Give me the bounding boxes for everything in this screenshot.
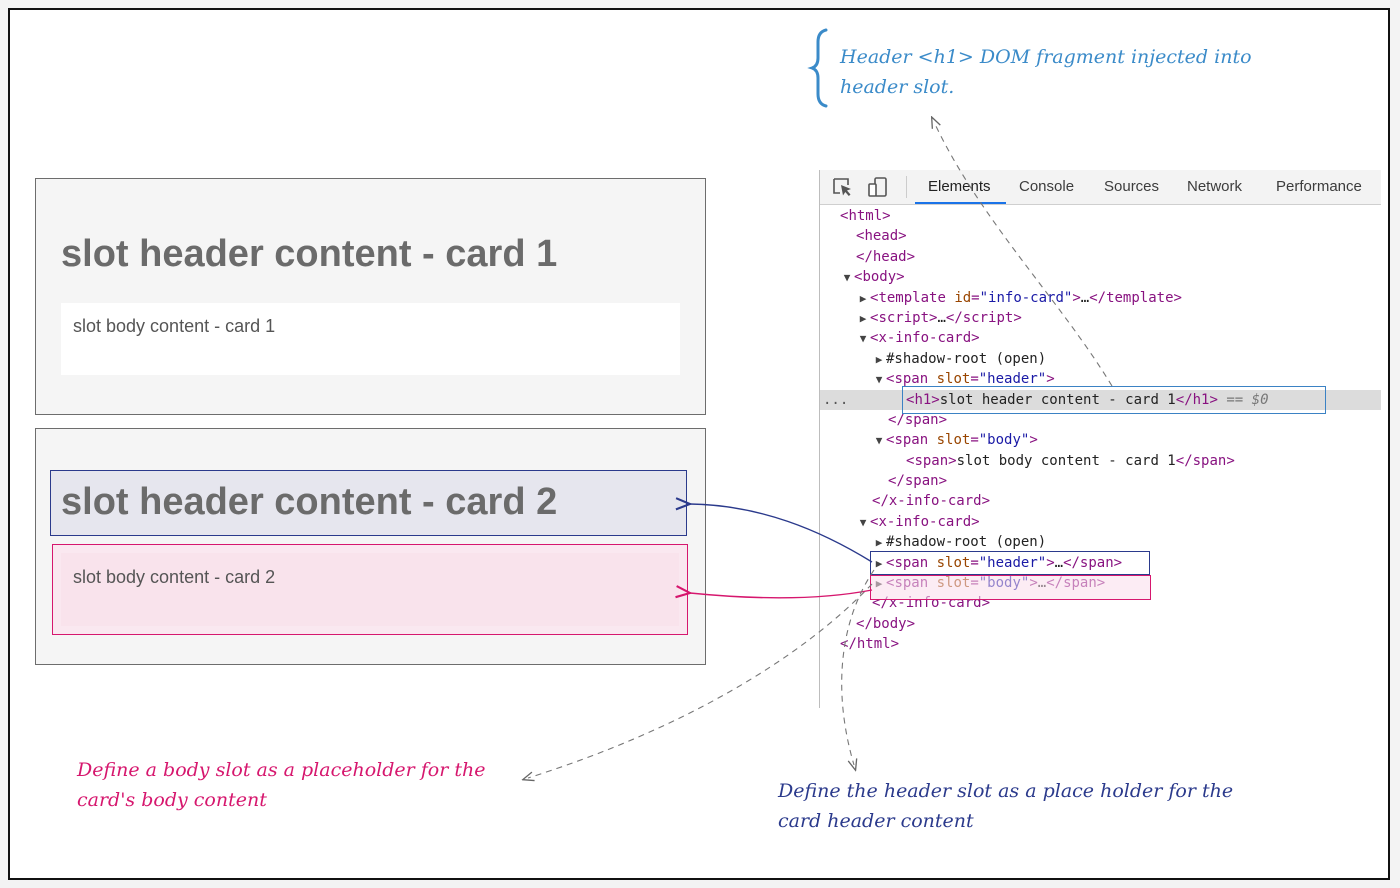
toolbar-separator — [906, 176, 907, 198]
tab-network[interactable]: Network — [1187, 170, 1242, 204]
more-options-icon[interactable]: ... — [823, 390, 848, 410]
tree-line-body-close[interactable]: </body> — [820, 614, 1381, 634]
tab-sources[interactable]: Sources — [1104, 170, 1159, 204]
inspect-element-icon[interactable] — [832, 177, 854, 197]
card-1-header: slot header content - card 1 — [61, 233, 558, 275]
card-2-body-slot: slot body content - card 2 — [52, 544, 688, 635]
tree-line-inner-span[interactable]: <span>slot body content - card 1</span> — [820, 451, 1381, 471]
tree-line-template[interactable]: ▶ <template id="info-card">…</template> — [820, 288, 1381, 308]
tree-line-h1-selected[interactable]: ... <h1>slot header content - card 1</h1>… — [820, 389, 1381, 410]
device-toolbar-icon[interactable] — [867, 177, 889, 197]
collapsed-triangle-icon[interactable]: ▶ — [872, 574, 886, 594]
devtools-toolbar: Elements Console Sources Network Perform… — [820, 170, 1381, 205]
collapsed-triangle-icon[interactable]: ▶ — [856, 289, 870, 309]
annotation-body-slot: Define a body slot as a placeholder for … — [77, 759, 486, 811]
collapsed-triangle-icon[interactable]: ▶ — [872, 554, 886, 574]
tab-performance[interactable]: Performance — [1276, 170, 1362, 204]
tree-line-span-body-2[interactable]: ▶ <span slot="body">…</span> — [820, 573, 1381, 593]
card-2-body: slot body content - card 2 — [61, 553, 679, 626]
collapsed-triangle-icon[interactable]: ▶ — [872, 350, 886, 370]
tab-elements[interactable]: Elements — [915, 170, 1006, 204]
tree-line-span-close-1[interactable]: </span> — [820, 410, 1381, 430]
expanded-triangle-icon[interactable]: ▼ — [872, 431, 886, 451]
annotation-header-slot: Define the header slot as a place holder… — [778, 780, 1234, 832]
tree-line-script[interactable]: ▶ <script>…</script> — [820, 308, 1381, 328]
tree-line-x-info-card-close-1[interactable]: </x-info-card> — [820, 491, 1381, 511]
tree-line-head-close[interactable]: </head> — [820, 247, 1381, 267]
tree-line-x-info-card-1[interactable]: ▼ <x-info-card> — [820, 328, 1381, 348]
collapsed-triangle-icon[interactable]: ▶ — [856, 309, 870, 329]
card-2-header: slot header content - card 2 — [61, 481, 558, 523]
tree-line-html[interactable]: <html> — [820, 206, 1381, 226]
tree-line-shadow-root-1[interactable]: ▶ #shadow-root (open) — [820, 349, 1381, 369]
devtools-panel: Elements Console Sources Network Perform… — [819, 170, 1381, 708]
tree-line-head[interactable]: <head> — [820, 226, 1381, 246]
tree-line-x-info-card-2[interactable]: ▼ <x-info-card> — [820, 512, 1381, 532]
tree-line-span-header-1[interactable]: ▼ <span slot="header"> — [820, 369, 1381, 389]
expanded-triangle-icon[interactable]: ▼ — [840, 268, 854, 288]
annotation-header-injected: Header <h1> DOM fragment injected into h… — [840, 46, 1252, 98]
tab-console[interactable]: Console — [1019, 170, 1074, 204]
dom-tree: <html> <head> </head> ▼ <body> ▶ <template… — [820, 206, 1381, 655]
expanded-triangle-icon[interactable]: ▼ — [872, 370, 886, 390]
tree-line-html-close[interactable]: </html> — [820, 634, 1381, 654]
tree-line-x-info-card-close-2[interactable]: </x-info-card> — [820, 593, 1381, 613]
card-2-header-slot: slot header content - card 2 — [50, 470, 687, 536]
tree-line-body[interactable]: ▼ <body> — [820, 267, 1381, 287]
expanded-triangle-icon[interactable]: ▼ — [856, 329, 870, 349]
tree-line-shadow-root-2[interactable]: ▶ #shadow-root (open) — [820, 532, 1381, 552]
tree-line-span-header-2[interactable]: ▶ <span slot="header">…</span> — [820, 553, 1381, 573]
tree-line-span-close-2[interactable]: </span> — [820, 471, 1381, 491]
collapsed-triangle-icon[interactable]: ▶ — [872, 533, 886, 553]
info-card-1: slot header content - card 1 slot body c… — [35, 178, 706, 415]
expanded-triangle-icon[interactable]: ▼ — [856, 513, 870, 533]
card-1-body: slot body content - card 1 — [61, 303, 680, 375]
tree-line-span-body-1[interactable]: ▼ <span slot="body"> — [820, 430, 1381, 450]
